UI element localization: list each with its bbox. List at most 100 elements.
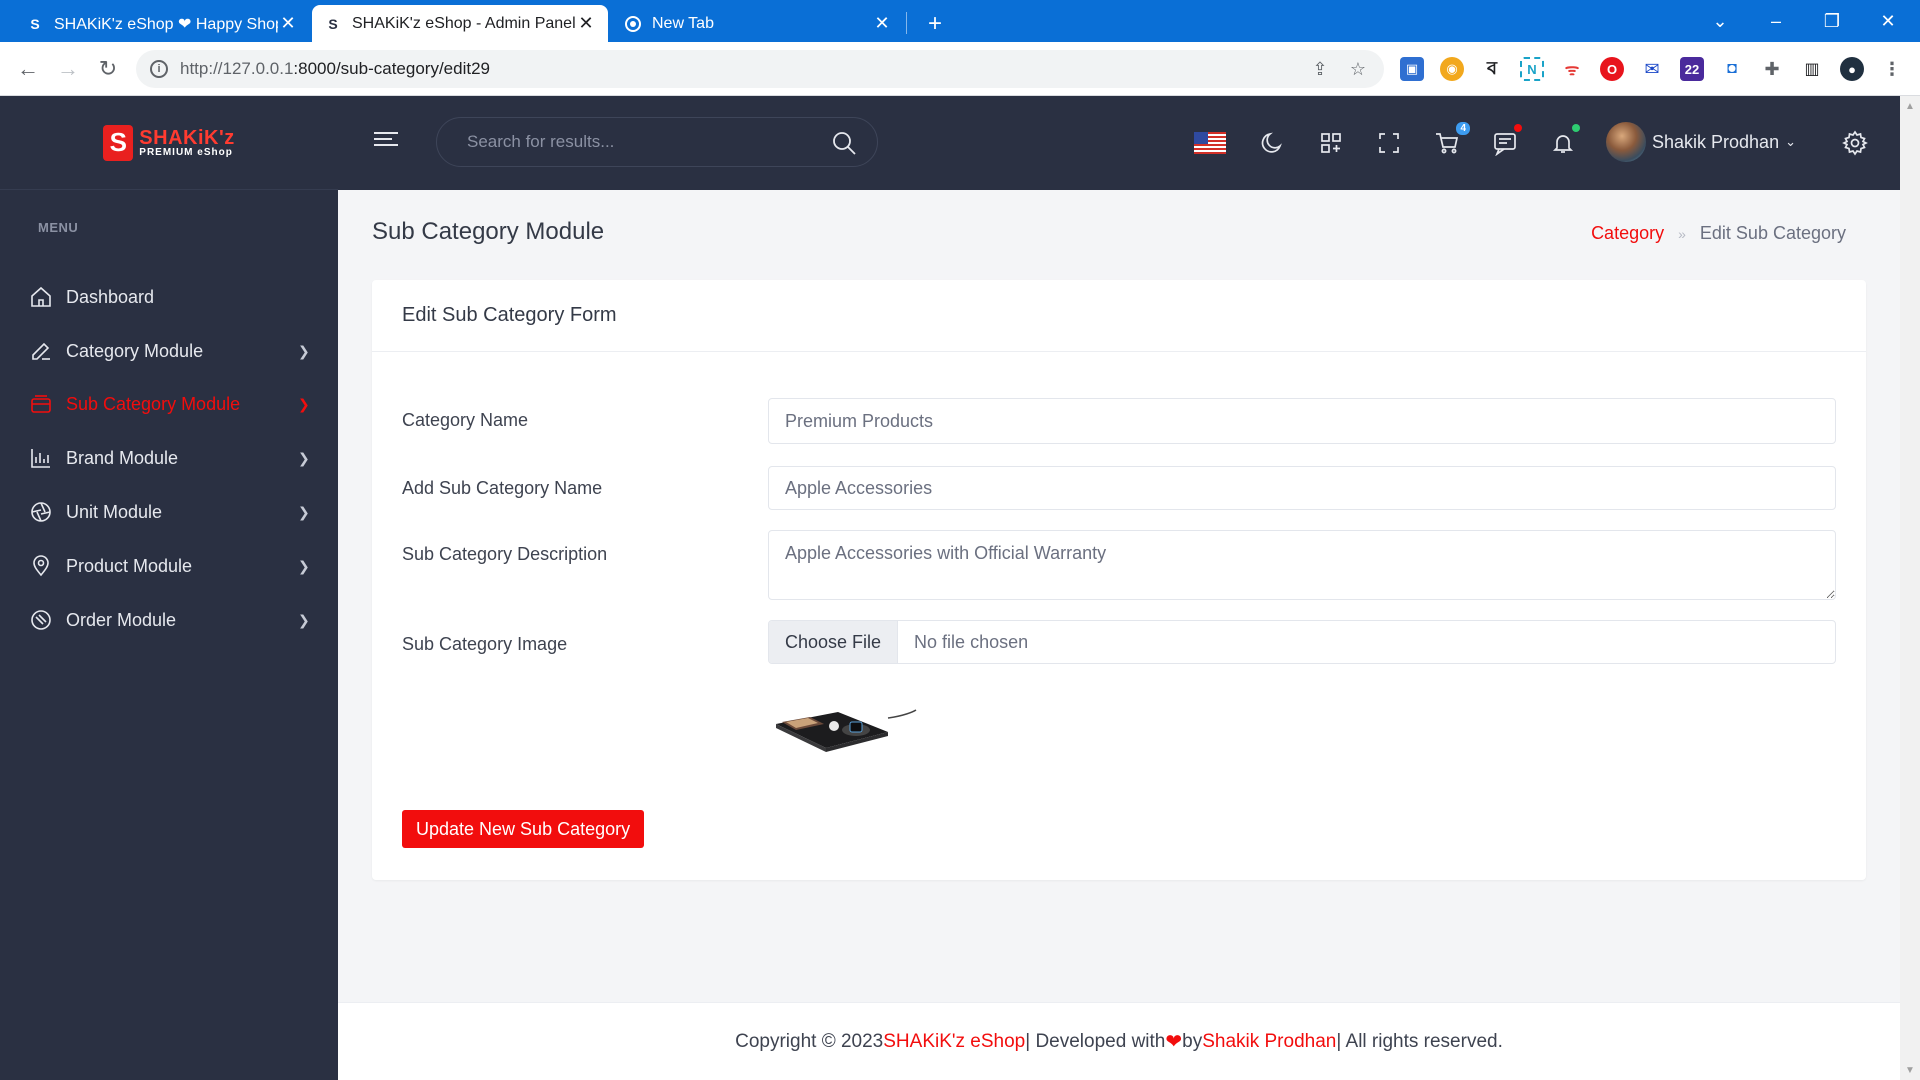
chevron-right-icon: ❯ (298, 503, 310, 520)
breadcrumb-current: Edit Sub Category (1699, 223, 1846, 243)
edit-icon (28, 338, 54, 364)
puzzle-extension-icon[interactable]: ✚ (1760, 57, 1784, 81)
tab-admin-panel[interactable]: S SHAKiK'z eShop - Admin Panel ✕ (312, 5, 608, 42)
description-label: Sub Category Description (402, 544, 608, 564)
bar-chart-icon (28, 445, 54, 471)
n-extension-icon[interactable]: N (1520, 57, 1544, 81)
mail-extension-icon[interactable]: ✉ (1640, 57, 1664, 81)
layers-icon (28, 391, 54, 417)
apps-grid-icon[interactable] (1316, 128, 1346, 158)
footer-middle2: by (1182, 1030, 1203, 1052)
screen-extension-icon[interactable]: ◘ (1720, 57, 1744, 81)
reload-icon[interactable]: ↻ (94, 55, 122, 83)
form-header: Edit Sub Category Form (372, 280, 1866, 352)
browser-menu-icon[interactable]: ⋮ (1880, 57, 1904, 81)
search-icon[interactable] (831, 130, 857, 156)
bell-icon[interactable] (1548, 124, 1580, 158)
image-file-input[interactable]: Choose File No file chosen (768, 620, 1836, 664)
footer-prefix: Copyright © 2023 (735, 1030, 884, 1052)
scroll-down-icon[interactable]: ▼ (1900, 1060, 1920, 1080)
restore-icon[interactable]: ❐ (1804, 0, 1860, 42)
sidebar-item-category-module[interactable]: Category Module ❯ (28, 331, 314, 371)
user-menu[interactable]: Shakik Prodhan ⌄ (1606, 122, 1796, 162)
site-info-icon[interactable]: i (150, 60, 168, 78)
sidebar-item-unit-module[interactable]: Unit Module ❯ (28, 492, 314, 532)
cart-count-badge: 4 (1456, 122, 1470, 135)
cart-icon[interactable]: 4 (1432, 122, 1470, 158)
category-label: Category Name (402, 410, 529, 430)
close-tab-icon[interactable]: ✕ (278, 13, 298, 34)
search-input[interactable] (467, 132, 807, 152)
chevron-down-icon: ⌄ (1785, 134, 1796, 149)
close-window-icon[interactable]: ✕ (1860, 0, 1916, 42)
app-topbar: 4 Shakik Prodhan ⌄ (338, 96, 1900, 190)
opera-extension-icon[interactable]: O (1600, 57, 1624, 81)
sub-category-image-preview (768, 688, 918, 768)
footer-author-link[interactable]: Shakik Prodhan (1202, 1031, 1336, 1053)
sidebar-item-order-module[interactable]: Order Module ❯ (28, 600, 314, 640)
sub-category-name-field[interactable] (768, 466, 1836, 510)
tab-separator (906, 12, 907, 34)
wifi-extension-icon[interactable]: ᯤ (1560, 57, 1584, 81)
sub-category-name-label: Add Sub Category Name (402, 478, 603, 498)
update-sub-category-button[interactable]: Update New Sub Category (402, 810, 645, 848)
category-name-field[interactable] (768, 398, 1836, 444)
chat-unread-dot (1514, 124, 1522, 132)
menu-toggle-icon[interactable] (374, 132, 398, 152)
minimize-icon[interactable]: – (1748, 0, 1804, 42)
choose-file-button[interactable]: Choose File (769, 621, 899, 663)
globe-extension-icon[interactable]: ◉ (1440, 57, 1464, 81)
browser-toolbar: ← → ↻ i http://127.0.0.1:8000/sub-catego… (0, 42, 1920, 96)
us-flag-icon[interactable] (1194, 128, 1226, 158)
footer-suffix: | All rights reserved. (1336, 1030, 1503, 1052)
tab-search-icon[interactable]: ⌄ (1692, 0, 1748, 42)
tab-new-tab[interactable]: New Tab ✕ (612, 5, 904, 42)
back-icon[interactable]: ← (14, 55, 42, 83)
sidebar-item-brand-module[interactable]: Brand Module ❯ (28, 438, 314, 478)
brand-logo[interactable]: S SHAKiK'z PREMIUM eShop (0, 96, 338, 190)
bangla-extension-icon[interactable]: ব (1480, 57, 1504, 81)
new-tab-button[interactable]: + (912, 5, 958, 42)
forward-icon[interactable]: → (54, 55, 82, 83)
tab-title: New Tab (652, 14, 714, 32)
gear-icon[interactable] (1840, 128, 1870, 158)
close-tab-icon[interactable]: ✕ (576, 13, 596, 34)
moon-icon[interactable] (1258, 128, 1288, 158)
save-extension-icon[interactable]: ▣ (1400, 57, 1424, 81)
chat-icon[interactable] (1490, 124, 1522, 158)
fullscreen-icon[interactable] (1374, 128, 1404, 158)
browser-window: S SHAKiK'z eShop ❤ Happy Shop ✕ S SHAKiK… (0, 0, 1920, 1080)
page-title: Sub Category Module (372, 218, 605, 245)
breadcrumb: Category » Edit Sub Category (1591, 223, 1846, 244)
heart-icon: ❤ (1165, 1031, 1183, 1053)
chevron-right-icon: ❯ (298, 449, 310, 466)
breadcrumb-link-category[interactable]: Category (1591, 223, 1664, 244)
chevron-right-icon: ❯ (298, 611, 310, 628)
page-footer: Copyright © 2023 SHAKiK'z eShop | Develo… (338, 1002, 1900, 1080)
sidebar-item-product-module[interactable]: Product Module ❯ (28, 546, 314, 586)
image-label: Sub Category Image (402, 634, 568, 654)
breadcrumb-separator-icon: » (1678, 225, 1686, 242)
edit-form-card: Edit Sub Category Form Category Name Add… (372, 280, 1866, 880)
tab-happy-shop[interactable]: S SHAKiK'z eShop ❤ Happy Shop ✕ (14, 5, 310, 42)
sidebar-item-sub-category-module[interactable]: Sub Category Module ❯ (28, 384, 314, 424)
share-icon[interactable]: ⇪ (1310, 59, 1330, 79)
url-text: http://127.0.0.1:8000/sub-category/edit2… (180, 59, 491, 78)
bookmark-star-icon[interactable]: ☆ (1348, 59, 1368, 79)
graduation-extension-icon[interactable]: 22 (1680, 57, 1704, 81)
shop-favicon-icon: S (328, 15, 338, 32)
chevron-right-icon: ❯ (298, 557, 310, 574)
profile-avatar-icon[interactable]: ● (1840, 57, 1864, 81)
category-row: Category Name (402, 398, 1836, 444)
address-bar[interactable]: i http://127.0.0.1:8000/sub-category/edi… (136, 50, 1384, 88)
side-panel-icon[interactable]: ▥ (1800, 57, 1824, 81)
sidebar-item-dashboard[interactable]: Dashboard (28, 277, 314, 317)
chrome-favicon-icon (624, 15, 642, 33)
close-tab-icon[interactable]: ✕ (872, 13, 892, 34)
aperture-icon (28, 499, 54, 525)
scroll-up-icon[interactable]: ▲ (1900, 96, 1920, 116)
footer-brand-link[interactable]: SHAKiK'z eShop (883, 1031, 1025, 1053)
chevron-right-icon: ❯ (298, 342, 310, 359)
page-scrollbar[interactable]: ▲ ▼ (1900, 96, 1920, 1080)
description-field[interactable]: Apple Accessories with Official Warranty (768, 530, 1836, 600)
